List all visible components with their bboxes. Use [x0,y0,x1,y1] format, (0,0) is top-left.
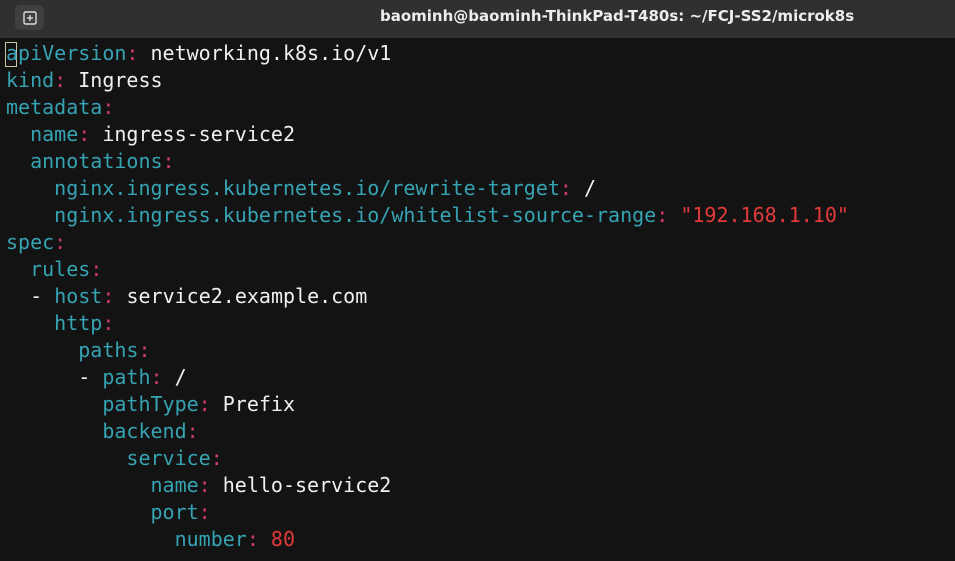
yaml-colon: : [198,392,211,416]
yaml-colon: : [210,446,223,470]
yaml-key: name [150,473,199,497]
yaml-key: apiVersion [6,41,127,65]
yaml-value: Prefix [210,392,295,416]
yaml-colon: : [186,419,199,443]
yaml-colon: : [78,122,91,146]
yaml-key: backend [102,419,187,443]
yaml-value: ingress-service2 [90,122,296,146]
yaml-key: spec [6,230,55,254]
yaml-key: http [54,311,103,335]
yaml-colon: : [102,311,115,335]
yaml-key: kind [6,68,55,92]
code-line: spec: [6,229,66,256]
yaml-colon: : [559,176,572,200]
code-line: apiVersion: networking.k8s.io/v1 [6,40,391,67]
window-titlebar: baominh@baominh-ThinkPad-T480s: ~/FCJ-SS… [0,0,955,38]
yaml-colon: : [198,500,211,524]
yaml-key: nginx.ingress.kubernetes.io/whitelist-so… [54,203,657,227]
code-line: name: ingress-service2 [6,121,295,148]
yaml-key: service [126,446,211,470]
code-line: number: 80 [6,526,295,553]
yaml-key: port [150,500,199,524]
yaml-value: Ingress [66,68,163,92]
yaml-key: host [54,284,103,308]
yaml-key: path [102,365,151,389]
code-line: rules: [6,256,102,283]
code-line: - path: / [6,364,187,391]
code-line: backend: [6,418,199,445]
yaml-value: service2.example.com [114,284,368,308]
code-line: annotations: [6,148,175,175]
code-line: - host: service2.example.com [6,283,367,310]
yaml-value: networking.k8s.io/v1 [138,41,392,65]
yaml-value: / [162,365,187,389]
code-line: metadata: [6,94,114,121]
yaml-colon: : [162,149,175,173]
code-line: nginx.ingress.kubernetes.io/whitelist-so… [6,202,849,229]
yaml-value: 80 [258,527,295,551]
yaml-key: metadata [6,95,103,119]
list-dash: - [30,284,55,308]
yaml-value: "192.168.1.10" [668,203,849,227]
yaml-colon: : [138,338,151,362]
yaml-key: paths [78,338,139,362]
yaml-colon: : [54,230,67,254]
list-dash: - [78,365,103,389]
new-tab-button[interactable] [15,5,44,30]
yaml-key: number [174,527,247,551]
yaml-colon: : [656,203,669,227]
code-line: port: [6,499,211,526]
yaml-key: rules [30,257,91,281]
yaml-value: / [571,176,597,200]
window-title: baominh@baominh-ThinkPad-T480s: ~/FCJ-SS… [380,7,855,25]
code-line: http: [6,310,114,337]
yaml-key: nginx.ingress.kubernetes.io/rewrite-targ… [54,176,560,200]
code-line: name: hello-service2 [6,472,392,499]
yaml-key: name [30,122,79,146]
code-line: service: [6,445,223,472]
new-tab-icon [22,10,37,25]
yaml-colon: : [90,257,103,281]
code-line: kind: Ingress [6,67,163,94]
yaml-colon: : [54,68,67,92]
code-line: pathType: Prefix [6,391,295,418]
yaml-key: annotations [30,149,163,173]
yaml-colon: : [198,473,211,497]
yaml-key: pathType [102,392,199,416]
yaml-value: hello-service2 [210,473,392,497]
code-line: nginx.ingress.kubernetes.io/rewrite-targ… [6,175,596,202]
yaml-colon: : [102,95,115,119]
yaml-colon: : [150,365,163,389]
yaml-colon: : [246,527,259,551]
code-line: paths: [6,337,151,364]
yaml-colon: : [126,41,139,65]
terminal-editor[interactable]: apiVersion: networking.k8s.io/v1 kind: In… [0,38,955,561]
yaml-colon: : [102,284,115,308]
